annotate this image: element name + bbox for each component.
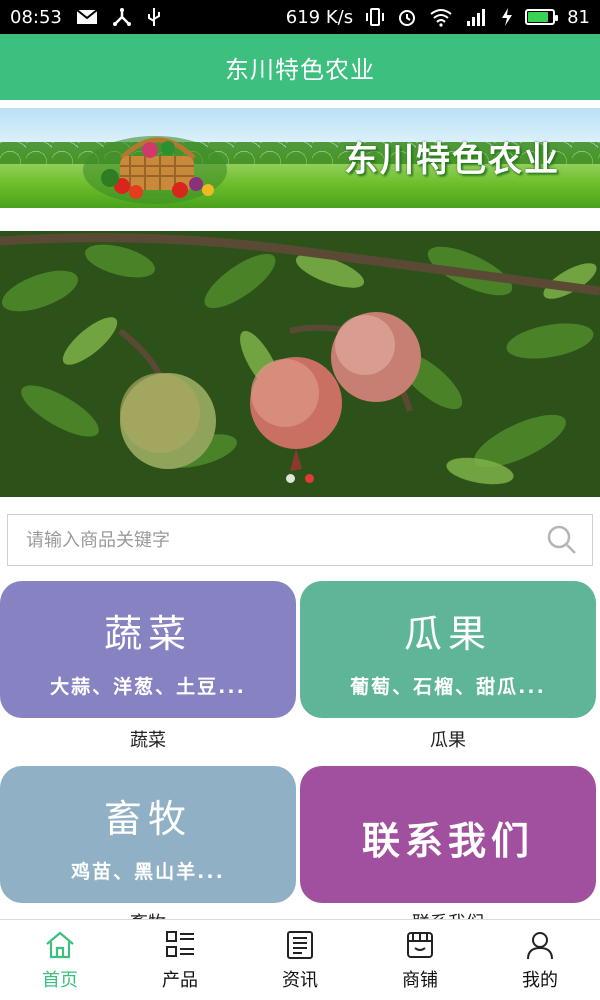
usb-icon: [146, 7, 162, 27]
nav-label: 资讯: [282, 970, 318, 991]
category-tile-livestock[interactable]: 畜牧 鸡苗、黑山羊...: [0, 766, 296, 903]
category-subtitle: 鸡苗、黑山羊...: [71, 861, 225, 883]
image-carousel[interactable]: [0, 231, 600, 497]
search-bar: [7, 514, 593, 566]
user-icon: [523, 928, 557, 962]
carousel-dot[interactable]: [286, 474, 295, 483]
wifi-icon: [429, 7, 453, 27]
app-header: 东川特色农业: [0, 34, 600, 100]
grid-list-icon: [163, 928, 197, 962]
brand-banner: 东川特色农业: [0, 108, 600, 208]
clock: 08:53: [10, 6, 62, 28]
cellular-signal-icon: [465, 7, 489, 27]
category-title: 瓜果: [403, 612, 492, 656]
category-tile-fruits[interactable]: 瓜果 葡萄、石榴、甜瓜...: [300, 581, 596, 718]
search-icon[interactable]: [544, 522, 580, 558]
search-input[interactable]: [26, 529, 544, 551]
carousel-indicators: [0, 474, 600, 483]
banner-title: 东川特色农业: [344, 140, 560, 180]
pomegranate-photo: [0, 231, 600, 497]
nav-label: 产品: [162, 970, 198, 991]
nav-item-home[interactable]: 首页: [0, 920, 120, 1000]
category-title: 畜牧: [103, 797, 192, 841]
battery-level: [528, 12, 548, 22]
bottom-navigation: 首页 产品 资讯 商铺 我的: [0, 919, 600, 1000]
alarm-icon: [397, 7, 417, 27]
category-title: 蔬菜: [103, 612, 192, 656]
vibrate-icon: [365, 7, 385, 27]
category-subtitle: 葡萄、石榴、甜瓜...: [350, 676, 546, 698]
category-tile-contact-us[interactable]: 联系我们: [300, 766, 596, 903]
category-title: 联系我们: [361, 819, 534, 863]
nav-label: 我的: [522, 970, 558, 991]
nav-item-profile[interactable]: 我的: [480, 920, 600, 1000]
category-tile-vegetables[interactable]: 蔬菜 大蒜、洋葱、土豆...: [0, 581, 296, 718]
battery-icon: [525, 9, 559, 25]
share-icon: [112, 7, 132, 27]
home-icon: [43, 928, 77, 962]
news-icon: [283, 928, 317, 962]
category-label[interactable]: 蔬菜: [0, 726, 296, 752]
category-label[interactable]: 瓜果: [300, 726, 596, 752]
nav-label: 商铺: [402, 970, 438, 991]
carousel-dot-active[interactable]: [305, 474, 314, 483]
network-speed: 619 K/s: [285, 6, 354, 28]
status-bar: 08:53 619 K/s 81: [0, 0, 600, 34]
nav-label: 首页: [42, 970, 78, 991]
nav-item-store[interactable]: 商铺: [360, 920, 480, 1000]
nav-item-news[interactable]: 资讯: [240, 920, 360, 1000]
charging-icon: [501, 7, 513, 27]
store-icon: [403, 928, 437, 962]
message-icon: [76, 7, 98, 27]
page-title: 东川特色农业: [225, 55, 375, 84]
category-subtitle: 大蒜、洋葱、土豆...: [50, 676, 246, 698]
nav-item-products[interactable]: 产品: [120, 920, 240, 1000]
battery-percent: 81: [567, 6, 590, 28]
